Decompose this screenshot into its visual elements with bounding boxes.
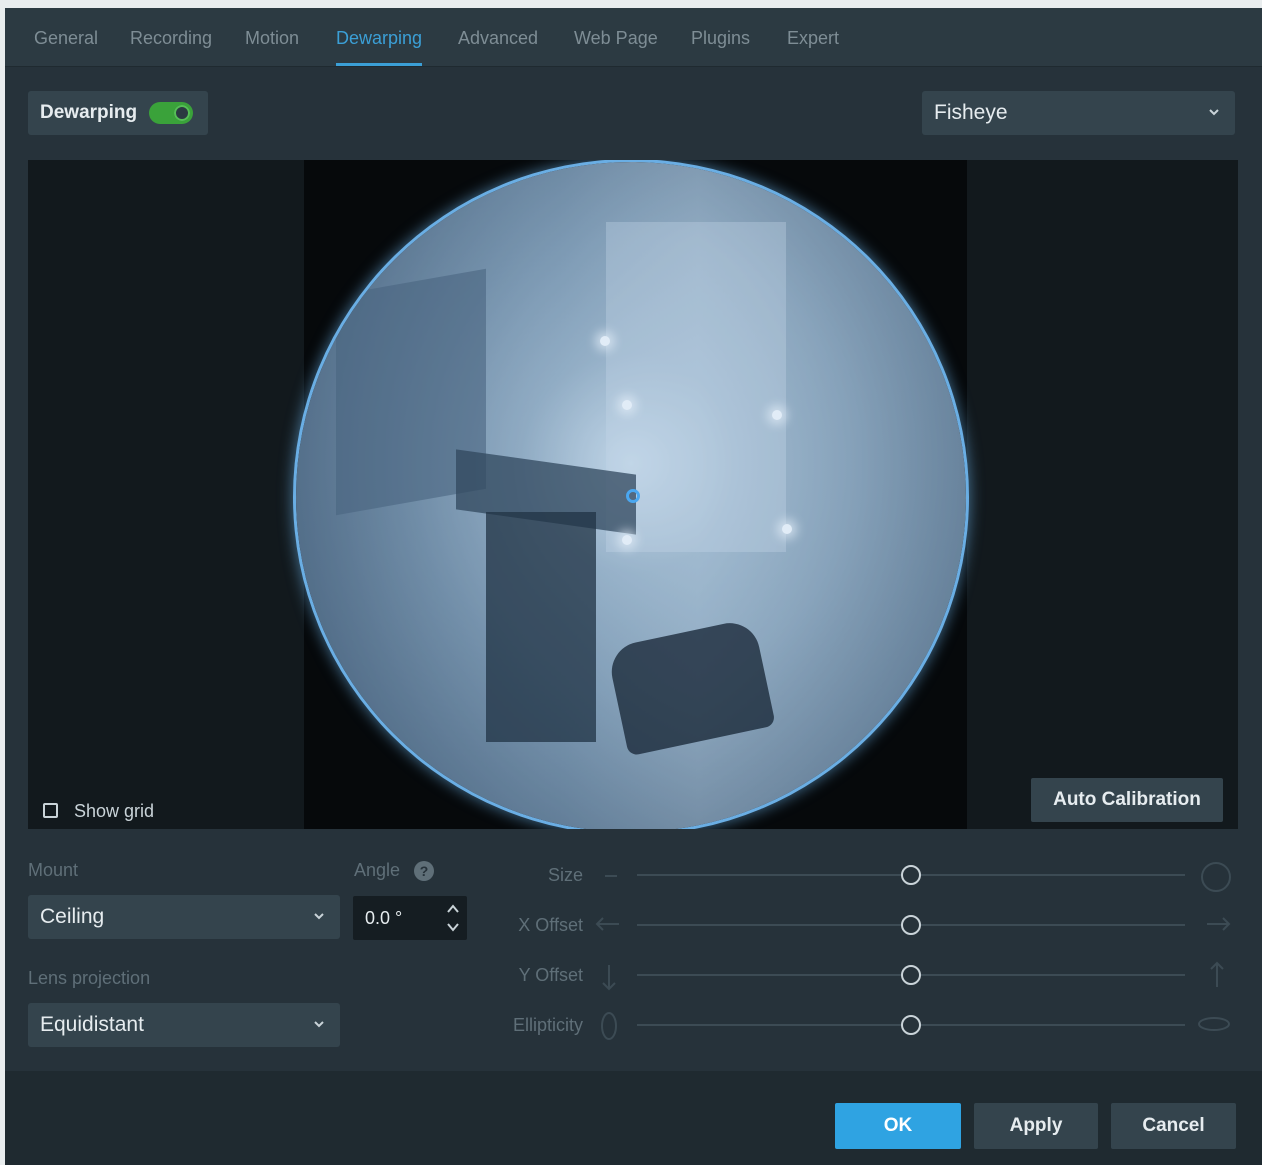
angle-value[interactable]: 0.0 ° — [365, 896, 402, 940]
toggle-knob — [174, 105, 190, 121]
center-marker[interactable] — [626, 489, 640, 503]
lens-projection-select[interactable]: Equidistant — [28, 1003, 340, 1047]
ellipticity-slider-thumb[interactable] — [901, 1015, 921, 1035]
size-small-icon — [605, 875, 617, 877]
chevron-down-icon — [1209, 109, 1219, 116]
tab-web-page[interactable]: Web Page — [574, 8, 658, 66]
lens-type-select[interactable]: Fisheye — [922, 91, 1235, 135]
apply-button[interactable]: Apply — [974, 1103, 1098, 1149]
vertical-ellipse-icon — [601, 1012, 617, 1040]
cancel-button[interactable]: Cancel — [1111, 1103, 1236, 1149]
tab-advanced[interactable]: Advanced — [458, 8, 538, 66]
arrow-up-icon — [1210, 961, 1224, 987]
dewarping-preview[interactable]: Show grid Auto Calibration — [28, 160, 1238, 829]
x-offset-label: X Offset — [518, 915, 583, 935]
tab-motion[interactable]: Motion — [245, 8, 299, 66]
tab-expert[interactable]: Expert — [787, 8, 839, 66]
dewarping-toggle-label: Dewarping — [40, 102, 138, 123]
tab-general[interactable]: General — [34, 8, 98, 66]
arrow-down-icon — [602, 965, 616, 991]
auto-calibration-button[interactable]: Auto Calibration — [1031, 778, 1223, 822]
size-large-circle-icon — [1201, 862, 1231, 892]
horizontal-ellipse-icon — [1198, 1017, 1230, 1031]
tab-recording[interactable]: Recording — [130, 8, 212, 66]
lens-projection-value: Equidistant — [40, 1013, 144, 1036]
chevron-down-icon — [314, 913, 324, 920]
checkbox-box[interactable] — [43, 803, 58, 818]
dewarping-toggle[interactable]: Dewarping — [28, 91, 208, 135]
arrow-right-icon — [1207, 917, 1231, 931]
x-offset-slider-thumb[interactable] — [901, 915, 921, 935]
size-slider-thumb[interactable] — [901, 865, 921, 885]
size-label: Size — [547, 865, 583, 885]
mount-label: Mount — [28, 860, 79, 880]
ellipticity-label: Ellipticity — [512, 1015, 583, 1035]
tab-bar: General Recording Motion Dewarping Advan… — [5, 8, 1262, 67]
angle-label: Angle — [354, 860, 401, 880]
y-offset-slider-thumb[interactable] — [901, 965, 921, 985]
camera-settings-dialog: General Recording Motion Dewarping Advan… — [5, 8, 1262, 1165]
ok-button[interactable]: OK — [835, 1103, 961, 1149]
fisheye-circle[interactable] — [296, 162, 966, 829]
tab-plugins[interactable]: Plugins — [691, 8, 750, 66]
arrow-left-icon — [595, 917, 619, 931]
lens-projection-label: Lens projection — [28, 968, 151, 988]
chevron-down-icon — [314, 1021, 324, 1028]
mount-select[interactable]: Ceiling — [28, 895, 340, 939]
help-icon[interactable]: ? — [414, 861, 434, 881]
y-offset-label: Y Offset — [518, 965, 583, 985]
tab-dewarping[interactable]: Dewarping — [336, 8, 423, 66]
mount-value: Ceiling — [40, 905, 105, 928]
show-grid-label: Show grid — [74, 801, 155, 821]
lens-type-value: Fisheye — [934, 101, 1008, 124]
toggle-switch[interactable] — [149, 102, 193, 124]
